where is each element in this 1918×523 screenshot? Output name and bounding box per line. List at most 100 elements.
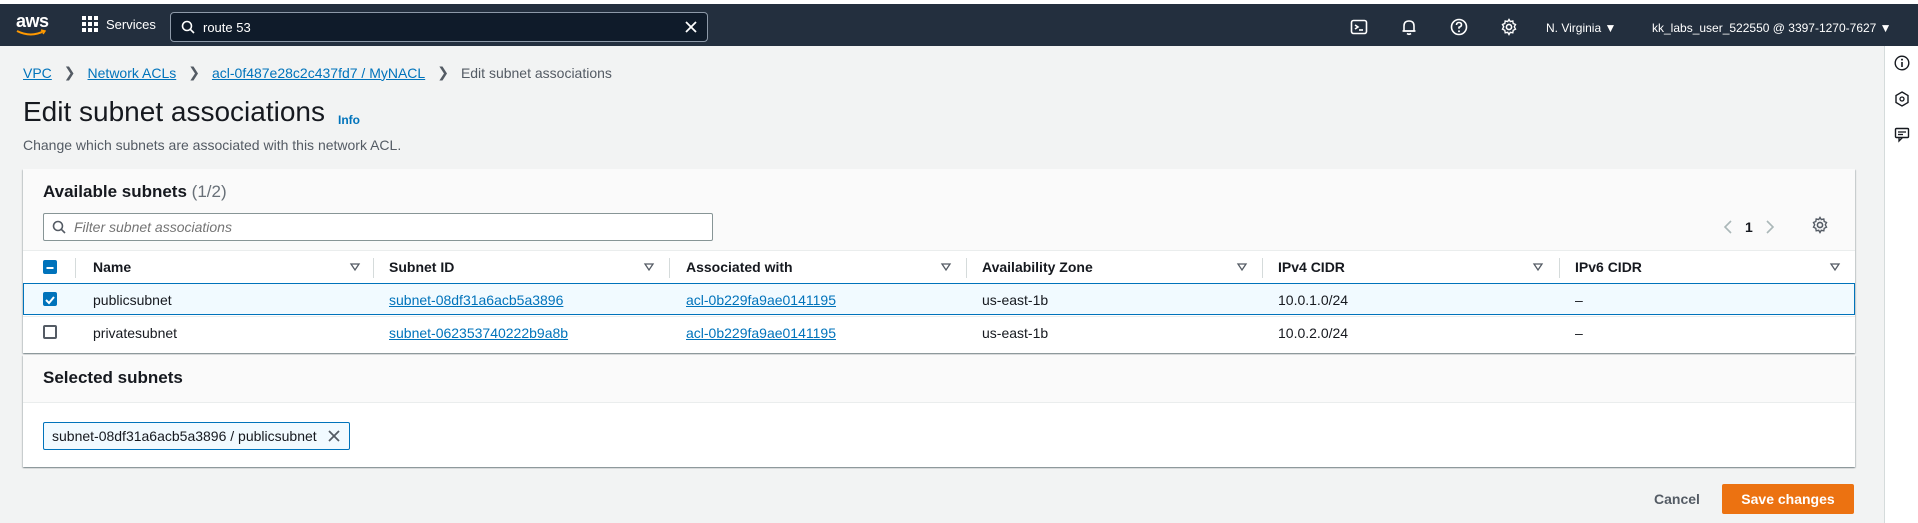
settings-gear-icon[interactable] <box>1500 18 1518 36</box>
checkmark-icon <box>45 296 55 305</box>
column-header-subnet-id-label: Subnet ID <box>389 259 455 275</box>
remove-token-button[interactable] <box>327 429 341 443</box>
sort-caret-icon[interactable] <box>1829 261 1841 273</box>
selected-subnet-token: subnet-08df31a6acb5a3896 / publicsubnet <box>43 422 350 450</box>
availability-zone: us-east-1b <box>982 325 1049 341</box>
filter-subnets-field[interactable] <box>43 213 713 241</box>
column-header-availability-zone-label: Availability Zone <box>982 259 1093 275</box>
column-divider <box>669 258 670 278</box>
feedback-hexagon-icon[interactable] <box>1894 91 1910 107</box>
breadcrumb-acl[interactable]: acl-0f487e28c2c437fd7 / MyNACL <box>212 65 425 81</box>
chevron-right-icon[interactable] <box>1765 220 1775 234</box>
selected-subnet-token-label: subnet-08df31a6acb5a3896 / publicsubnet <box>52 428 317 444</box>
page-description: Change which subnets are associated with… <box>23 137 402 153</box>
filter-subnets-input[interactable] <box>74 219 694 235</box>
search-icon <box>52 220 66 234</box>
assistant-chat-icon[interactable] <box>1894 127 1910 143</box>
region-selector[interactable]: N. Virginia ▼ <box>1546 21 1616 35</box>
row-checkbox[interactable] <box>43 325 57 339</box>
services-menu-button[interactable]: Services <box>82 16 156 32</box>
column-header-ipv6-cidr-label: IPv6 CIDR <box>1575 259 1642 275</box>
chevron-left-icon[interactable] <box>1723 220 1733 234</box>
ipv4-cidr: 10.0.1.0/24 <box>1278 292 1349 308</box>
column-header-name-label: Name <box>93 259 132 275</box>
column-divider <box>373 258 374 278</box>
cloudshell-icon[interactable] <box>1350 18 1368 36</box>
column-divider <box>1262 258 1263 278</box>
sort-caret-icon[interactable] <box>1236 261 1248 273</box>
column-header-subnet-id[interactable]: Subnet ID <box>389 251 669 283</box>
sort-caret-icon[interactable] <box>940 261 952 273</box>
column-header-ipv4-cidr[interactable]: IPv4 CIDR <box>1278 251 1558 283</box>
aws-logo[interactable]: aws <box>16 12 50 40</box>
associated-with-cell: acl-0b229fa9ae0141195 <box>686 292 836 308</box>
associated-acl-link[interactable]: acl-0b229fa9ae0141195 <box>686 325 836 341</box>
breadcrumb-network-acls[interactable]: Network ACLs <box>88 65 177 81</box>
search-icon <box>181 20 195 34</box>
subnet-id-cell: subnet-062353740222b9a8b <box>389 325 568 341</box>
right-utility-rail <box>1884 46 1918 523</box>
breadcrumb-vpc[interactable]: VPC <box>23 65 52 81</box>
subnet-name: privatesubnet <box>93 325 178 341</box>
column-header-associated-with[interactable]: Associated with <box>686 251 966 283</box>
global-search-input[interactable] <box>203 19 683 35</box>
subnet-name: publicsubnet <box>93 292 172 308</box>
column-header-name[interactable]: Name <box>93 251 383 283</box>
column-header-availability-zone[interactable]: Availability Zone <box>982 251 1262 283</box>
selected-subnets-panel: Selected subnets subnet-08df31a6acb5a389… <box>23 355 1855 467</box>
available-subnets-header: Available subnets (1/2) 1 <box>23 169 1855 251</box>
page-number[interactable]: 1 <box>1745 219 1753 235</box>
notifications-bell-icon[interactable] <box>1400 18 1418 36</box>
table-row[interactable]: publicsubnet subnet-08df31a6acb5a3896 ac… <box>23 283 1855 315</box>
breadcrumb: VPC ❯ Network ACLs ❯ acl-0f487e28c2c437f… <box>23 64 612 81</box>
services-grid-icon <box>82 16 98 32</box>
associated-acl-link[interactable]: acl-0b229fa9ae0141195 <box>686 292 836 308</box>
sort-caret-icon[interactable] <box>643 261 655 273</box>
chevron-right-icon: ❯ <box>63 64 76 80</box>
subnet-id-link[interactable]: subnet-08df31a6acb5a3896 <box>389 292 563 308</box>
pagination: 1 <box>1723 219 1775 235</box>
services-label: Services <box>106 16 156 32</box>
help-icon[interactable] <box>1450 18 1468 36</box>
save-changes-button[interactable]: Save changes <box>1722 484 1854 514</box>
subnet-id-link[interactable]: subnet-062353740222b9a8b <box>389 325 568 341</box>
associated-with-cell: acl-0b229fa9ae0141195 <box>686 325 836 341</box>
available-subnets-count: (1/2) <box>191 182 227 201</box>
chevron-right-icon: ❯ <box>437 64 449 80</box>
column-header-associated-with-label: Associated with <box>686 259 793 275</box>
select-all-checkbox[interactable] <box>43 260 57 274</box>
cancel-button[interactable]: Cancel <box>1654 491 1700 507</box>
table-row[interactable]: privatesubnet subnet-062353740222b9a8b a… <box>23 316 1855 348</box>
table-preferences-gear-icon[interactable] <box>1811 216 1829 234</box>
close-icon <box>328 430 340 442</box>
selected-subnets-header: Selected subnets <box>23 355 1855 403</box>
breadcrumb-current: Edit subnet associations <box>460 64 612 81</box>
column-header-ipv6-cidr[interactable]: IPv6 CIDR <box>1575 251 1855 283</box>
clear-search-icon[interactable] <box>683 19 699 35</box>
aws-logo-text: aws <box>16 11 49 31</box>
page-title: Edit subnet associations <box>23 96 325 127</box>
indeterminate-icon <box>46 267 54 269</box>
availability-zone: us-east-1b <box>982 292 1049 308</box>
global-search[interactable] <box>170 12 708 42</box>
column-divider <box>75 258 76 278</box>
info-link[interactable]: Info <box>338 113 360 127</box>
selected-subnets-title: Selected subnets <box>43 368 183 387</box>
column-divider <box>966 258 967 278</box>
ipv4-cidr: 10.0.2.0/24 <box>1278 325 1349 341</box>
row-checkbox[interactable] <box>43 292 57 306</box>
sort-caret-icon[interactable] <box>1532 261 1544 273</box>
column-divider <box>1559 258 1560 278</box>
ipv6-cidr: – <box>1575 292 1583 308</box>
sort-caret-icon[interactable] <box>349 261 361 273</box>
account-menu[interactable]: kk_labs_user_522550 @ 3397-1270-7627 ▼ <box>1652 21 1892 35</box>
ipv6-cidr: – <box>1575 325 1583 341</box>
top-navigation-bar: aws Services N. Virginia ▼ kk_labs_user_… <box>0 0 1918 46</box>
available-subnets-title-text: Available subnets <box>43 182 187 201</box>
available-subnets-title: Available subnets (1/2) <box>43 182 227 202</box>
subnet-id-cell: subnet-08df31a6acb5a3896 <box>389 292 563 308</box>
column-header-ipv4-cidr-label: IPv4 CIDR <box>1278 259 1345 275</box>
chevron-right-icon: ❯ <box>188 64 200 80</box>
available-subnets-panel: Available subnets (1/2) 1 Name Subnet ID… <box>23 169 1855 353</box>
info-panel-icon[interactable] <box>1894 55 1910 71</box>
